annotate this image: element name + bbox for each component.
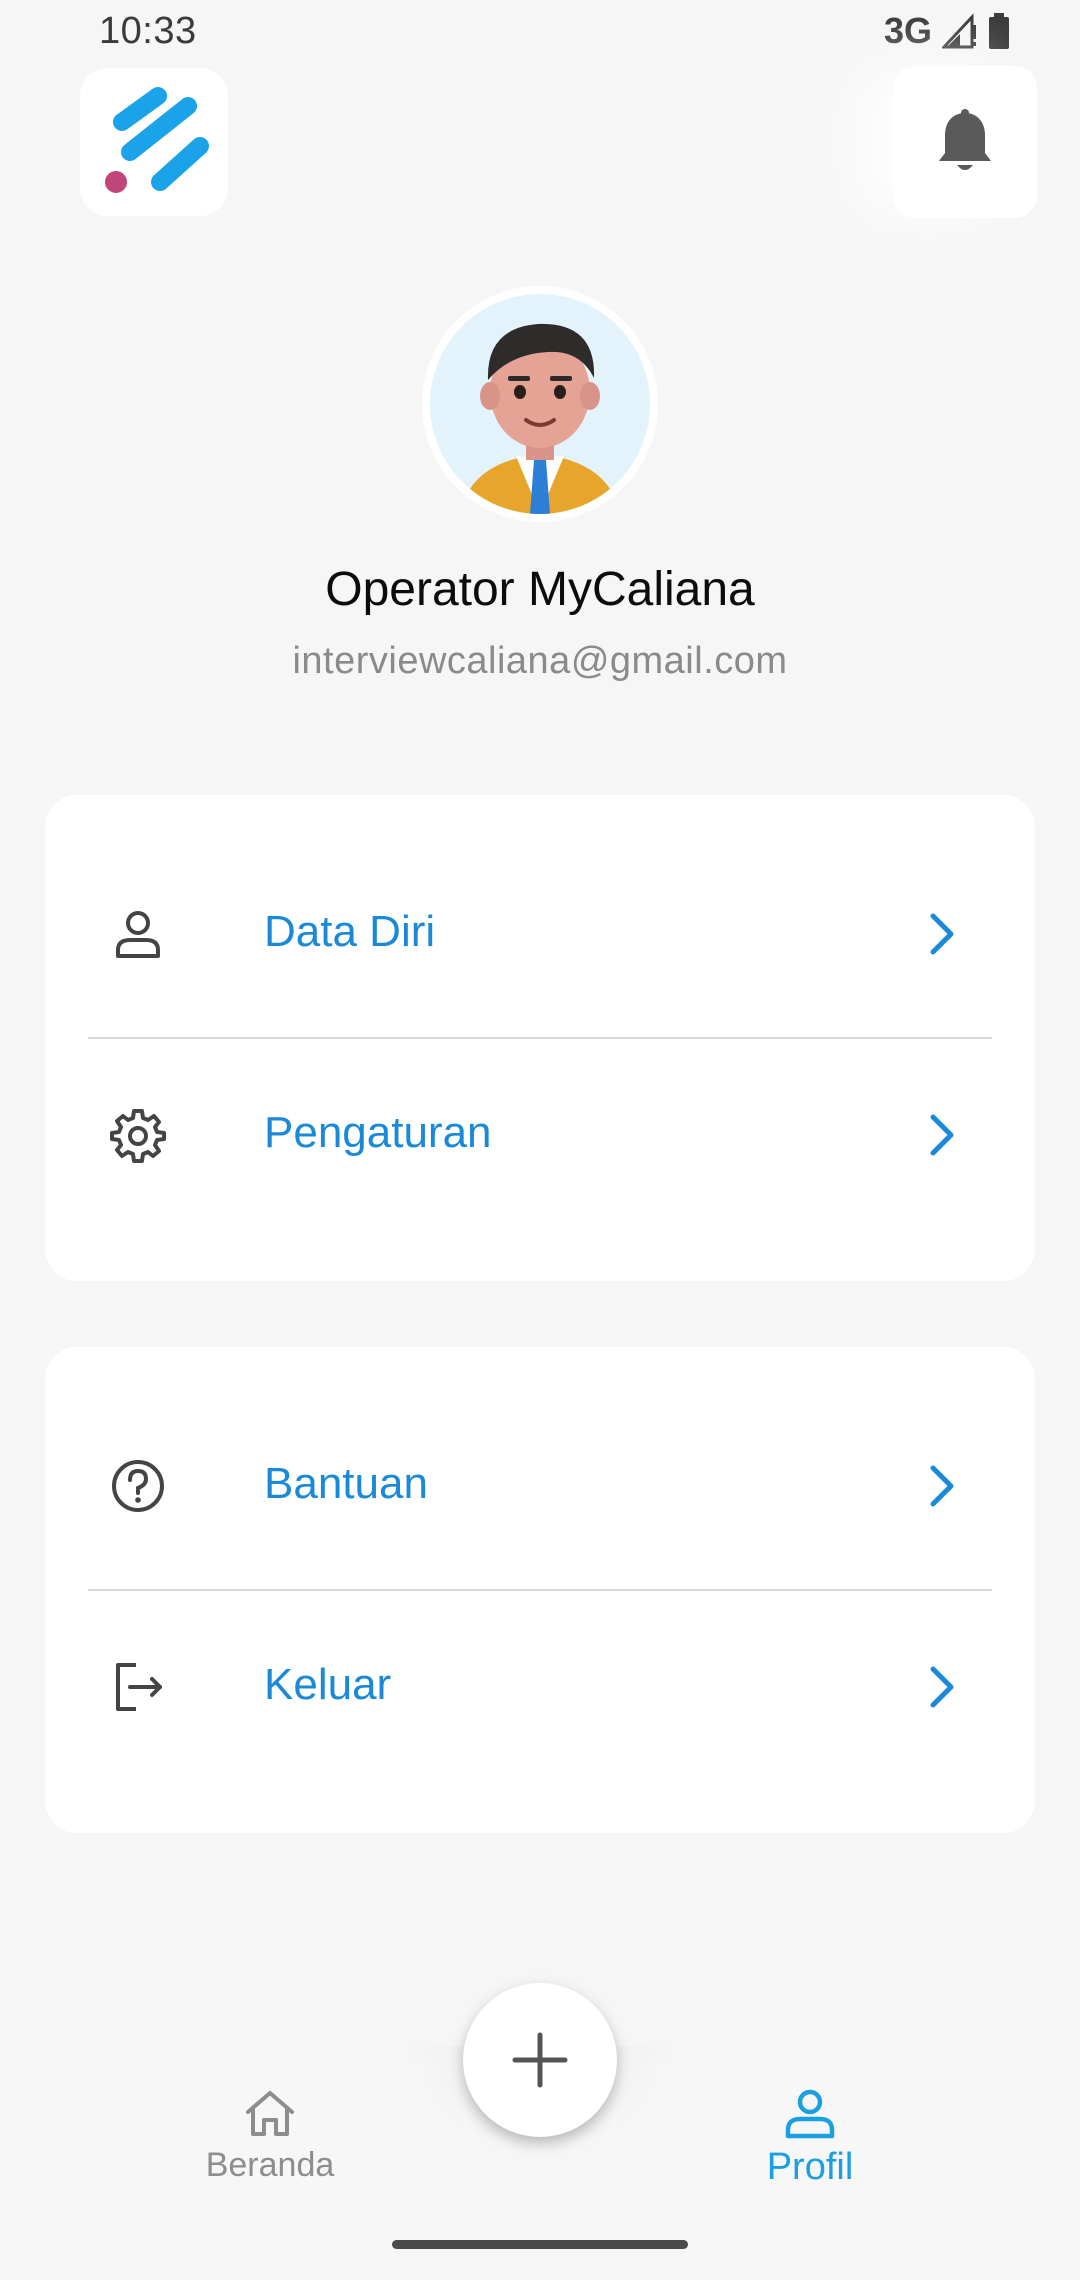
logout-icon xyxy=(116,1663,162,1711)
menu-item-label: Keluar xyxy=(264,1660,392,1709)
menu-card-support: Bantuan Keluar xyxy=(45,1347,1035,1833)
app-logo-icon xyxy=(105,87,209,193)
menu-item-label: Bantuan xyxy=(264,1459,428,1508)
menu-card-account: Data Diri Pengaturan xyxy=(45,795,1035,1281)
person-icon xyxy=(785,2089,835,2139)
person-icon xyxy=(116,911,160,958)
network-type: 3G xyxy=(883,10,932,51)
nav-label: Beranda xyxy=(205,2146,335,2184)
chevron-right-icon xyxy=(930,1465,954,1507)
add-button[interactable] xyxy=(463,1983,617,2137)
status-bar: 10:33 3G xyxy=(0,0,1080,64)
nav-item-profil[interactable]: Profil xyxy=(660,2088,960,2189)
divider xyxy=(88,1589,992,1591)
chevron-right-icon xyxy=(930,913,954,955)
nav-item-beranda[interactable]: Beranda xyxy=(120,2088,420,2185)
chevron-right-icon xyxy=(930,1666,954,1708)
home-indicator[interactable] xyxy=(392,2240,688,2249)
battery-icon xyxy=(989,13,1009,49)
signal-icon xyxy=(942,13,976,49)
menu-item-label: Data Diri xyxy=(264,907,436,956)
avatar-illustration xyxy=(460,323,620,514)
plus-icon xyxy=(512,2032,568,2088)
app-logo[interactable] xyxy=(80,68,228,216)
notification-button[interactable] xyxy=(893,66,1037,218)
bell-icon xyxy=(939,109,991,170)
menu-item-label: Pengaturan xyxy=(264,1108,492,1157)
avatar-image xyxy=(430,294,650,514)
status-indicators: 3G xyxy=(884,10,1010,52)
profile-email: interviewcaliana@gmail.com xyxy=(292,640,788,682)
help-circle-icon xyxy=(112,1460,164,1512)
gear-icon xyxy=(110,1109,166,1163)
status-time: 10:33 xyxy=(99,10,197,52)
menu-item-keluar[interactable]: Keluar xyxy=(45,1612,1035,1762)
nav-label: Profil xyxy=(766,2146,854,2188)
menu-item-data-diri[interactable]: Data Diri xyxy=(45,859,1035,1009)
menu-item-bantuan[interactable]: Bantuan xyxy=(45,1411,1035,1561)
menu-item-pengaturan[interactable]: Pengaturan xyxy=(45,1060,1035,1210)
avatar[interactable] xyxy=(422,286,658,522)
chevron-right-icon xyxy=(930,1114,954,1156)
divider xyxy=(88,1037,992,1039)
profile-name: Operator MyCaliana xyxy=(325,563,755,616)
home-icon xyxy=(246,2091,294,2136)
